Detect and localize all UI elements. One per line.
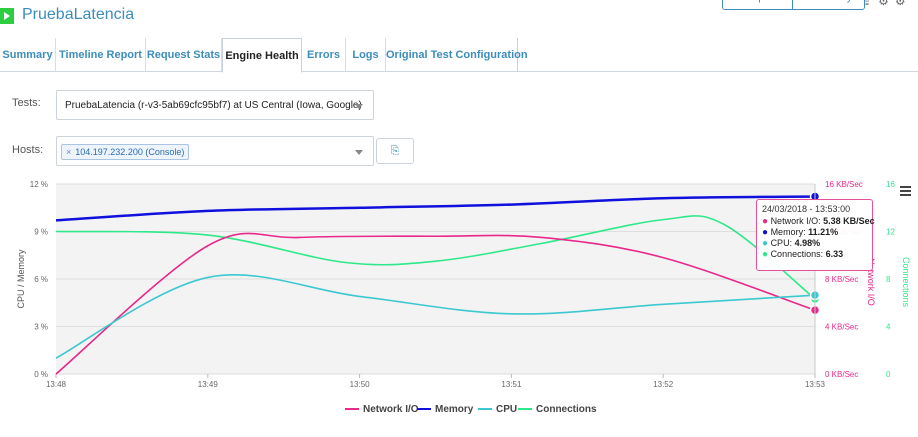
- play-icon: [0, 8, 14, 24]
- tab-engine-health[interactable]: Engine Health: [222, 38, 302, 73]
- y-axis-label: CPU / Memory: [16, 249, 26, 309]
- network-tick-label: 8 KB/Sec: [825, 275, 858, 284]
- bullet-icon: ●: [762, 238, 769, 249]
- chevron-down-icon: [355, 150, 363, 155]
- report-tabs: Summary Timeline Report Request Stats En…: [0, 38, 918, 73]
- settings-icon[interactable]: ⚙: [878, 0, 895, 8]
- tooltip-label: Memory:: [770, 227, 809, 237]
- page-title: PruebaLatencia: [22, 6, 135, 23]
- legend-swatch: [345, 408, 359, 411]
- chip-remove-icon[interactable]: ×: [66, 147, 71, 157]
- legend-swatch: [417, 408, 431, 411]
- bullet-icon: ●: [762, 227, 769, 238]
- connections-tick-label: 16: [886, 180, 895, 189]
- x-tick-label: 13:50: [350, 380, 371, 389]
- tooltip-time: 24/03/2018 - 13:53:00: [762, 204, 851, 214]
- legend-label: Connections: [536, 404, 597, 415]
- connections-tick-label: 8: [886, 275, 891, 284]
- x-tick-label: 13:51: [501, 380, 522, 389]
- legend-item-memory[interactable]: Memory: [417, 404, 473, 415]
- chart-menu-icon[interactable]: [900, 186, 911, 198]
- connections-tick-label: 4: [886, 323, 891, 332]
- tests-label: Tests:: [12, 97, 41, 109]
- tooltip-row-connections: ● Connections: 6.33: [762, 249, 867, 260]
- x-tick-label: 13:53: [805, 380, 826, 389]
- connections-axis-label: Connections: [901, 257, 911, 308]
- tooltip-value: 5.38 KB/Sec: [823, 216, 875, 226]
- chart-legend: Network I/O Memory CPU Connections: [0, 404, 918, 420]
- legend-label: Memory: [435, 404, 474, 415]
- tab-timeline-report[interactable]: Timeline Report: [56, 38, 146, 72]
- y-tick-label: 12 %: [30, 180, 48, 189]
- chevron-down-icon: [355, 104, 363, 109]
- x-tick-label: 13:52: [653, 380, 674, 389]
- tooltip-label: CPU:: [770, 238, 795, 248]
- network-tick-label: 4 KB/Sec: [825, 323, 858, 332]
- gear-icon[interactable]: ⚙: [895, 0, 912, 8]
- share-icon[interactable]: ⇪: [862, 0, 878, 8]
- tooltip-row-cpu: ● CPU: 4.98%: [762, 238, 867, 249]
- tab-logs[interactable]: Logs: [346, 38, 386, 72]
- legend-label: CPU: [496, 404, 518, 415]
- tooltip-row-memory: ● Memory: 11.21%: [762, 227, 867, 238]
- top-bar: PruebaLatencia Compare Summary ⇪⚙⚙: [0, 0, 918, 36]
- y-tick-label: 9 %: [34, 228, 48, 237]
- y-tick-label: 3 %: [34, 323, 48, 332]
- view-toggle-group: Compare Summary: [722, 0, 866, 10]
- tab-errors[interactable]: Errors: [302, 38, 346, 72]
- tooltip-value: 4.98%: [794, 238, 821, 248]
- legend-swatch: [478, 408, 492, 411]
- legend-swatch: [518, 408, 532, 411]
- hosts-label: Hosts:: [12, 144, 44, 156]
- bullet-icon: ●: [762, 216, 769, 227]
- tests-select[interactable]: PruebaLatencia (r-v3-5ab69cfc95bf7) at U…: [56, 90, 374, 120]
- chart-tooltip: 24/03/2018 - 13:53:00 ● Network I/O: 5.3…: [756, 199, 875, 271]
- y-tick-label: 6 %: [34, 275, 48, 284]
- network-tick-label: 16 KB/Sec: [825, 180, 863, 189]
- tab-original-test-configuration[interactable]: Original Test Configuration: [386, 38, 528, 72]
- tooltip-value: 11.21%: [808, 227, 839, 237]
- summary-button[interactable]: Summary: [792, 0, 865, 9]
- connections-tick-label: 0: [886, 370, 891, 379]
- x-tick-label: 13:48: [46, 380, 67, 389]
- hosts-select[interactable]: × 104.197.232.200 (Console): [56, 136, 374, 166]
- legend-item-cpu[interactable]: CPU: [478, 404, 517, 415]
- tests-select-value: PruebaLatencia (r-v3-5ab69cfc95bf7) at U…: [65, 100, 362, 111]
- tooltip-row-network: ● Network I/O: 5.38 KB/Sec: [762, 216, 875, 227]
- host-chip-label: 104.197.232.200 (Console): [75, 147, 185, 157]
- legend-label: Network I/O: [363, 404, 419, 415]
- host-chip[interactable]: × 104.197.232.200 (Console): [61, 144, 190, 160]
- bullet-icon: ●: [762, 249, 769, 260]
- compare-button[interactable]: Compare: [723, 0, 793, 9]
- copy-button[interactable]: ⎘: [376, 138, 414, 164]
- tab-summary[interactable]: Summary: [0, 38, 56, 72]
- x-tick-label: 13:49: [198, 380, 219, 389]
- legend-item-network[interactable]: Network I/O: [345, 404, 419, 415]
- toolbar-icons: ⇪⚙⚙: [862, 0, 912, 8]
- network-tick-label: 0 KB/Sec: [825, 370, 858, 379]
- copy-icon: ⎘: [390, 145, 400, 157]
- legend-item-connections[interactable]: Connections: [518, 404, 597, 415]
- y-tick-label: 0 %: [34, 370, 48, 379]
- tooltip-label: Network I/O:: [770, 216, 824, 226]
- tooltip-label: Connections:: [770, 249, 826, 259]
- tooltip-value: 6.33: [825, 249, 844, 259]
- tab-request-stats[interactable]: Request Stats: [146, 38, 222, 72]
- connections-tick-label: 12: [886, 228, 895, 237]
